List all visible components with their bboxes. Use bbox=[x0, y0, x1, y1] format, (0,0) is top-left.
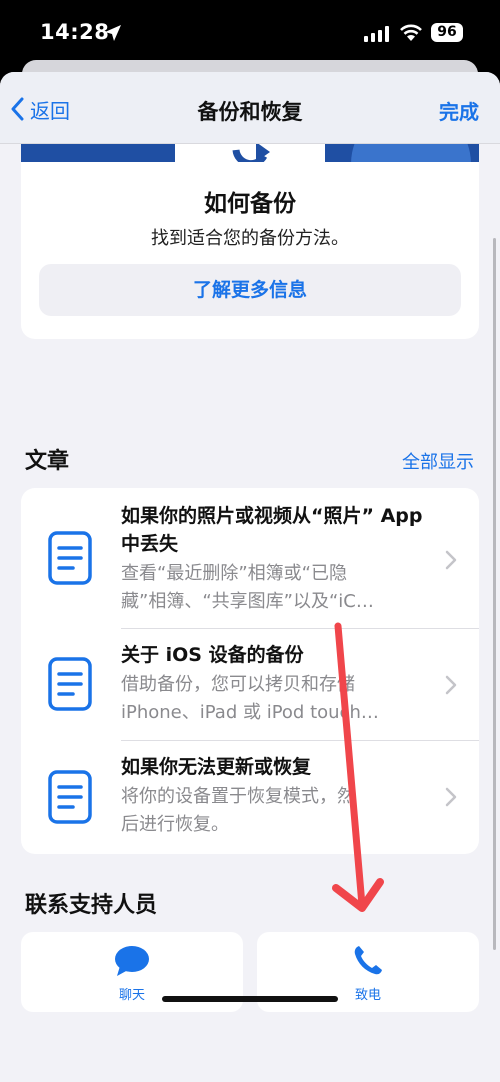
chat-bubble-icon bbox=[115, 946, 149, 976]
done-button[interactable]: 完成 bbox=[439, 96, 479, 125]
article-description: 藏”相簿、“共享图库”以及“iC… bbox=[121, 591, 374, 612]
article-description: 查看“最近删除”相簿或“已隐 bbox=[121, 563, 347, 584]
list-item[interactable]: 关于 iOS 设备的备份 借助备份，您可以拷贝和存储 iPhone、iPad 或… bbox=[21, 629, 479, 740]
wifi-icon bbox=[400, 24, 422, 41]
article-title: 如果你的照片或视频从“照片” App 中丢失 bbox=[121, 505, 423, 555]
battery-indicator: 96 bbox=[431, 23, 463, 42]
list-item[interactable]: 如果你无法更新或恢复 将你的设备置于恢复模式，然 后进行恢复。 bbox=[21, 741, 479, 854]
document-icon bbox=[48, 770, 92, 824]
document-icon bbox=[48, 531, 92, 585]
how-to-subtitle: 找到适合您的备份方法。 bbox=[151, 228, 349, 249]
chat-icon-wrap bbox=[21, 944, 243, 978]
document-icon bbox=[48, 657, 92, 711]
cellular-signal-icon bbox=[364, 26, 389, 42]
navigation-bar: 返回 备份和恢复 完成 bbox=[0, 72, 500, 144]
article-title: 关于 iOS 设备的备份 bbox=[121, 644, 304, 666]
article-description: 将你的设备置于恢复模式，然 bbox=[121, 786, 355, 807]
contact-support-heading: 联系支持人员 bbox=[25, 893, 158, 918]
show-all-link[interactable]: 全部显示 bbox=[402, 448, 474, 474]
chevron-right-icon bbox=[445, 787, 457, 807]
scrollbar[interactable] bbox=[493, 238, 496, 950]
list-item[interactable]: 如果你的照片或视频从“照片” App 中丢失 查看“最近删除”相簿或“已隐 藏”… bbox=[21, 488, 479, 628]
chevron-right-icon bbox=[445, 675, 457, 695]
call-icon-wrap bbox=[257, 944, 479, 976]
home-indicator[interactable] bbox=[162, 996, 338, 1002]
article-description: 借助备份，您可以拷贝和存储 bbox=[121, 674, 355, 695]
how-to-backup-card: 如何备份 找到适合您的备份方法。 了解更多信息 bbox=[21, 162, 479, 339]
phone-icon bbox=[354, 946, 382, 975]
chevron-right-icon bbox=[445, 550, 457, 570]
how-to-title: 如何备份 bbox=[204, 191, 296, 217]
status-time: 14:28 bbox=[40, 20, 110, 44]
article-description: iPhone、iPad 或 iPod touch… bbox=[121, 702, 379, 723]
learn-more-button[interactable]: 了解更多信息 bbox=[39, 264, 461, 316]
status-bar: 14:28 96 bbox=[0, 0, 500, 62]
articles-heading: 文章 bbox=[25, 449, 70, 474]
article-title: 如果你无法更新或恢复 bbox=[121, 756, 312, 778]
page-title: 备份和恢复 bbox=[197, 100, 303, 124]
location-arrow-icon bbox=[105, 25, 121, 41]
articles-list: 如果你的照片或视频从“照片” App 中丢失 查看“最近删除”相簿或“已隐 藏”… bbox=[21, 488, 479, 854]
article-description: 后进行恢复。 bbox=[121, 814, 229, 835]
